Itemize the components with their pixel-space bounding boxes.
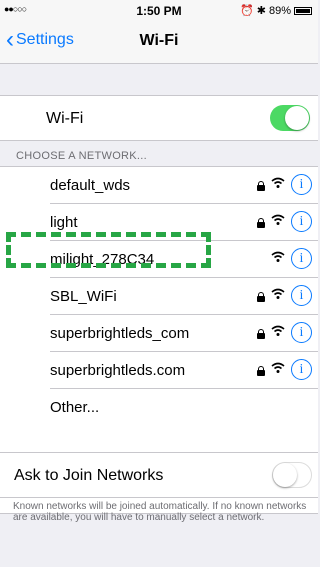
other-network-label: Other... — [50, 399, 100, 416]
wifi-signal-icon — [271, 251, 285, 262]
network-row-default-wds[interactable]: default_wds i — [0, 167, 318, 204]
battery-icon — [294, 6, 312, 15]
network-row-sbl-wifi[interactable]: SBL_WiFi i — [0, 278, 318, 315]
info-icon[interactable]: i — [291, 174, 312, 195]
info-icon[interactable]: i — [291, 359, 312, 380]
info-icon[interactable]: i — [291, 211, 312, 232]
navigation-bar: ‹ Settings Wi-Fi — [0, 20, 318, 64]
page-title: Wi-Fi — [139, 32, 179, 49]
ask-to-join-toggle[interactable] — [272, 462, 312, 488]
network-row-milight[interactable]: milight_278C34 i — [0, 241, 318, 278]
battery-percent: 89% — [268, 4, 291, 17]
bluetooth-icon: ✱ — [256, 5, 266, 17]
status-bar: ●●○○○ 1:50 PM ⏰ ✱ 89% — [0, 0, 318, 20]
wifi-signal-icon — [271, 362, 285, 373]
network-name: superbrightleds.com — [50, 362, 186, 379]
lock-icon — [257, 329, 265, 339]
status-right: ⏰ ✱ 89% — [240, 4, 312, 17]
info-icon[interactable]: i — [291, 248, 312, 269]
ask-to-join-note: Known networks will be joined automatica… — [13, 501, 307, 523]
wifi-signal-icon — [271, 214, 285, 225]
info-icon[interactable]: i — [291, 322, 312, 343]
wifi-signal-icon — [271, 288, 285, 299]
wifi-toggle-row: Wi-Fi — [0, 95, 318, 141]
network-name: SBL_WiFi — [50, 288, 117, 305]
ask-to-join-row: Ask to Join Networks — [0, 452, 318, 498]
network-name: default_wds — [50, 177, 131, 194]
ask-to-join-label: Ask to Join Networks — [14, 467, 164, 484]
toggle-knob — [285, 106, 309, 130]
network-name: light — [50, 214, 78, 231]
lock-icon — [257, 181, 265, 191]
network-row-superbrightleds-com-underscore[interactable]: superbrightleds_com i — [0, 315, 318, 352]
wifi-toggle[interactable] — [270, 105, 310, 131]
wifi-label: Wi-Fi — [46, 110, 84, 127]
network-name: superbrightleds_com — [50, 325, 190, 342]
network-row-superbrightleds-com-dot[interactable]: superbrightleds.com i — [0, 352, 318, 389]
info-icon[interactable]: i — [291, 285, 312, 306]
lock-icon — [257, 292, 265, 302]
lock-icon — [257, 218, 265, 228]
wifi-signal-icon — [271, 325, 285, 336]
networks-section-header: CHOOSE A NETWORK... — [16, 150, 147, 162]
network-row-light[interactable]: light i — [0, 204, 318, 241]
wifi-signal-icon — [271, 177, 285, 188]
alarm-icon: ⏰ — [240, 5, 254, 17]
lock-icon — [257, 366, 265, 376]
network-row-other[interactable]: Other... — [0, 389, 318, 426]
network-name: milight_278C34 — [50, 251, 155, 268]
toggle-knob — [273, 463, 297, 487]
